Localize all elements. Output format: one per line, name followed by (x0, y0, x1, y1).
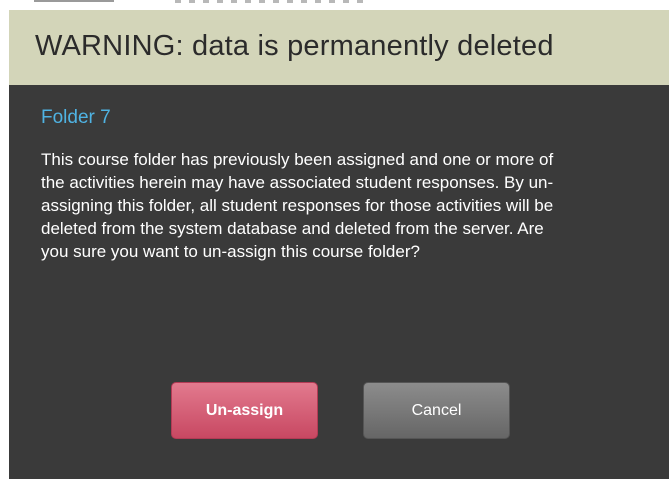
background-text-fragment (175, 0, 365, 3)
background-divider (34, 0, 114, 2)
unassign-button[interactable]: Un-assign (171, 382, 318, 439)
background-page-sliver (0, 0, 669, 10)
folder-name: Folder 7 (41, 107, 111, 128)
page: WARNING: data is permanently deleted Fol… (0, 0, 669, 479)
dialog-title: WARNING: data is permanently deleted (35, 30, 554, 62)
warning-dialog: WARNING: data is permanently deleted Fol… (9, 10, 669, 479)
dialog-header: WARNING: data is permanently deleted (9, 10, 669, 85)
cancel-button[interactable]: Cancel (363, 382, 510, 439)
warning-message: This course folder has previously been a… (41, 150, 554, 261)
